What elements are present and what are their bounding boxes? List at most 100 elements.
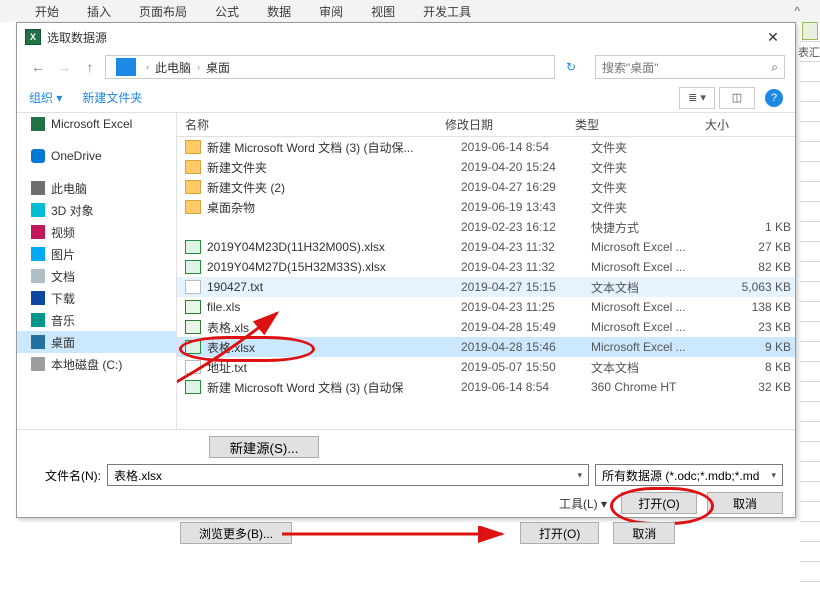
sidebar-item[interactable]: 本地磁盘 (C:)	[17, 353, 176, 375]
refresh-icon[interactable]: ↻	[559, 60, 583, 74]
preview-pane-button[interactable]: ◫	[719, 87, 755, 109]
breadcrumb[interactable]: › 此电脑 › 桌面	[105, 55, 555, 79]
filename-input[interactable]: 表格.xlsx ▾	[107, 464, 589, 486]
file-date: 2019-05-07 15:50	[461, 360, 591, 374]
sidebar-item[interactable]: 音乐	[17, 309, 176, 331]
sidebar-item-label: 3D 对象	[51, 202, 94, 219]
search-input[interactable]: 搜索"桌面" ⌕	[595, 55, 785, 79]
3d-icon	[31, 203, 45, 217]
xls-icon	[185, 320, 201, 334]
file-name: 表格.xls	[207, 319, 461, 336]
file-row[interactable]: 新建文件夹 (2)2019-04-27 16:29文件夹	[177, 177, 795, 197]
file-size: 32 KB	[721, 380, 791, 394]
ribbon-tab[interactable]: 插入	[87, 3, 111, 20]
file-row[interactable]: 190427.txt2019-04-27 15:15文本文档5,063 KB	[177, 277, 795, 297]
file-row[interactable]: 2019Y04M27D(15H32M33S).xlsx2019-04-23 11…	[177, 257, 795, 277]
file-date: 2019-04-28 15:46	[461, 340, 591, 354]
ribbon-tab[interactable]: 审阅	[319, 3, 343, 20]
file-date: 2019-04-23 11:32	[461, 240, 591, 254]
sidebar-item-label: 音乐	[51, 312, 75, 329]
file-name: 新建 Microsoft Word 文档 (3) (自动保...	[207, 139, 461, 156]
help-icon[interactable]: ?	[765, 89, 783, 107]
file-row[interactable]: file.xls2019-04-23 11:25Microsoft Excel …	[177, 297, 795, 317]
file-name: 新建 Microsoft Word 文档 (3) (自动保	[207, 379, 461, 396]
ribbon-tab[interactable]: 开发工具	[423, 3, 471, 20]
file-date: 2019-02-23 16:12	[461, 220, 591, 234]
ribbon-tab[interactable]: 数据	[267, 3, 291, 20]
ribbon-tab[interactable]: 公式	[215, 3, 239, 20]
new-source-button[interactable]: 新建源(S)...	[209, 436, 319, 458]
file-row[interactable]: 2019-02-23 16:12快捷方式1 KB	[177, 217, 795, 237]
sidebar-item[interactable]: 下载	[17, 287, 176, 309]
tools-link[interactable]: 工具(L) ▾	[559, 495, 607, 512]
ribbon-tab[interactable]: 页面布局	[139, 3, 187, 20]
col-size[interactable]: 大小	[705, 116, 775, 133]
file-date: 2019-06-19 13:43	[461, 200, 591, 214]
breadcrumb-root[interactable]: 此电脑	[155, 59, 191, 76]
file-date: 2019-06-14 8:54	[461, 140, 591, 154]
file-size: 9 KB	[721, 340, 791, 354]
file-size: 82 KB	[721, 260, 791, 274]
file-list[interactable]: 新建 Microsoft Word 文档 (3) (自动保...2019-06-…	[177, 137, 795, 429]
file-row[interactable]: 表格.xlsx2019-04-28 15:46Microsoft Excel .…	[177, 337, 795, 357]
col-name[interactable]: 名称	[185, 116, 445, 133]
sidebar-item[interactable]: 视频	[17, 221, 176, 243]
sidebar-item-label: 下载	[51, 290, 75, 307]
column-headers[interactable]: 名称 修改日期 类型 大小	[177, 113, 795, 137]
ribbon-tabs: 开始 插入 页面布局 公式 数据 审阅 视图 开发工具 ^	[0, 0, 820, 22]
sidebar-item[interactable]: 此电脑	[17, 177, 176, 199]
file-size: 23 KB	[721, 320, 791, 334]
file-row[interactable]: 新建 Microsoft Word 文档 (3) (自动保2019-06-14 …	[177, 377, 795, 397]
sidebar-item[interactable]: 图片	[17, 243, 176, 265]
sidebar-item[interactable]: 桌面	[17, 331, 176, 353]
browse-more-button[interactable]: 浏览更多(B)...	[180, 522, 292, 544]
new-folder-button[interactable]: 新建文件夹	[82, 89, 142, 106]
search-placeholder: 搜索"桌面"	[602, 59, 659, 76]
dialog-footer: 新建源(S)... 文件名(N): 表格.xlsx ▾ 所有数据源 (*.odc…	[17, 429, 795, 517]
file-date: 2019-04-20 15:24	[461, 160, 591, 174]
file-row[interactable]: 表格.xls2019-04-28 15:49Microsoft Excel ..…	[177, 317, 795, 337]
outer-button-row: 浏览更多(B)... 打开(O) 取消	[180, 522, 675, 544]
sidebar-item-label: OneDrive	[51, 149, 102, 163]
spreadsheet-background	[800, 22, 820, 582]
cancel-button[interactable]: 取消	[707, 492, 783, 514]
file-row[interactable]: 新建 Microsoft Word 文档 (3) (自动保...2019-06-…	[177, 137, 795, 157]
file-row[interactable]: 地址.txt2019-05-07 15:50文本文档8 KB	[177, 357, 795, 377]
outer-open-button[interactable]: 打开(O)	[520, 522, 599, 544]
close-icon[interactable]: ✕	[759, 29, 787, 46]
file-type: 文件夹	[591, 139, 721, 156]
up-arrow-icon[interactable]: ↑	[79, 56, 101, 78]
sidebar-item[interactable]: Microsoft Excel	[17, 113, 176, 135]
file-type: 文件夹	[591, 179, 721, 196]
view-mode-button[interactable]: ≣ ▾	[679, 87, 715, 109]
sidebar-item[interactable]: 3D 对象	[17, 199, 176, 221]
sidebar-item[interactable]: OneDrive	[17, 145, 176, 167]
file-row[interactable]: 桌面杂物2019-06-19 13:43文件夹	[177, 197, 795, 217]
breadcrumb-leaf[interactable]: 桌面	[206, 59, 230, 76]
forward-arrow-icon[interactable]: →	[53, 56, 75, 78]
sidebar-item-label: 此电脑	[51, 180, 87, 197]
ribbon-tab[interactable]: 视图	[371, 3, 395, 20]
ribbon-tab[interactable]: 开始	[35, 3, 59, 20]
back-arrow-icon[interactable]: ←	[27, 56, 49, 78]
ribbon-minimize-icon[interactable]: ^	[794, 4, 800, 18]
nav-row: ← → ↑ › 此电脑 › 桌面 ↻ 搜索"桌面" ⌕	[17, 51, 795, 83]
file-name: 新建文件夹 (2)	[207, 179, 461, 196]
file-date: 2019-04-28 15:49	[461, 320, 591, 334]
organize-button[interactable]: 组织 ▾	[29, 89, 62, 106]
file-date: 2019-04-27 16:29	[461, 180, 591, 194]
pc-icon	[116, 58, 136, 76]
col-type[interactable]: 类型	[575, 116, 705, 133]
file-type: Microsoft Excel ...	[591, 260, 721, 274]
sidebar-item[interactable]: 文档	[17, 265, 176, 287]
file-date: 2019-06-14 8:54	[461, 380, 591, 394]
col-date[interactable]: 修改日期	[445, 116, 575, 133]
outer-cancel-button[interactable]: 取消	[613, 522, 675, 544]
file-row[interactable]: 2019Y04M23D(11H32M00S).xlsx2019-04-23 11…	[177, 237, 795, 257]
chevron-down-icon: ▾	[771, 470, 776, 481]
filetype-select[interactable]: 所有数据源 (*.odc;*.mdb;*.md ▾	[595, 464, 783, 486]
pics-icon	[31, 247, 45, 261]
none-icon	[185, 220, 201, 234]
open-button[interactable]: 打开(O)	[621, 492, 697, 514]
file-row[interactable]: 新建文件夹2019-04-20 15:24文件夹	[177, 157, 795, 177]
